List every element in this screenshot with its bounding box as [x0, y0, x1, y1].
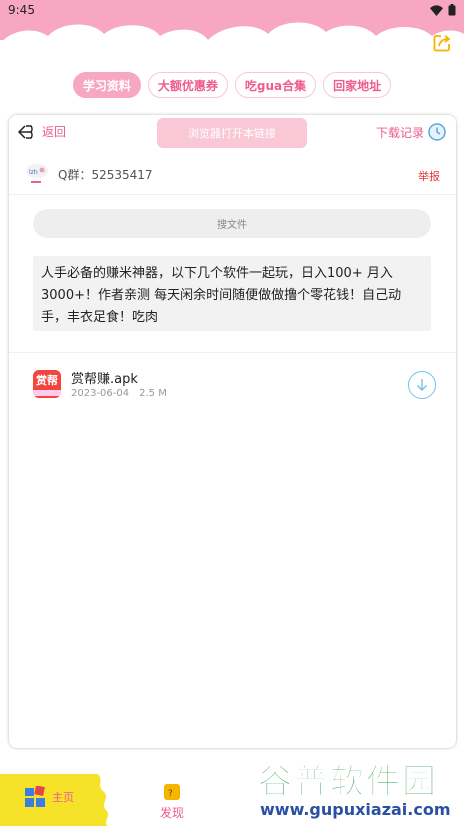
home-icon: [25, 786, 45, 807]
file-name: 赏帮赚.apk: [71, 372, 138, 387]
group-number: Q群：52535417: [58, 168, 153, 182]
category-tabs: 学习资料 大额优惠券 吃gua合集 回家地址: [0, 72, 464, 98]
file-date: 2023-06-04: [71, 388, 130, 399]
app-icon: 赏帮: [33, 370, 61, 398]
open-in-browser-button[interactable]: 浏览器打开本链接: [157, 118, 307, 148]
nav-discover-label: 发现: [159, 806, 184, 820]
app-icon-text: 赏帮: [36, 374, 58, 387]
report-button[interactable]: 举报: [418, 168, 440, 184]
search-input[interactable]: 搜文件: [33, 209, 431, 238]
back-button[interactable]: 返回: [17, 123, 66, 140]
discover-icon: ?: [164, 784, 180, 800]
file-size: 2.5 M: [139, 388, 167, 399]
back-arrow-icon: [17, 124, 33, 139]
svg-text:?: ?: [168, 789, 173, 799]
divider: [9, 352, 456, 353]
back-label: 返回: [42, 125, 67, 139]
tab-coupons[interactable]: 大额优惠券: [147, 72, 228, 98]
group-info-row: lzh Q群：52535417 举报: [9, 151, 456, 195]
svg-text:lzh: lzh: [29, 169, 38, 176]
app-icon-strip: [33, 390, 61, 396]
watermark: 谷普软件园 www.gupuxiazai.com: [254, 752, 462, 824]
download-records-button[interactable]: 下载记录: [376, 123, 446, 141]
tab-study-materials[interactable]: 学习资料: [72, 72, 141, 98]
share-icon[interactable]: [432, 33, 452, 53]
status-bar: 9:45: [0, 0, 464, 20]
group-avatar: lzh: [26, 164, 48, 183]
wifi-icon: [430, 4, 443, 16]
tab-home-address[interactable]: 回家地址: [323, 72, 392, 98]
file-meta: 2023-06-04 2.5 M: [71, 388, 167, 399]
nav-home[interactable]: 主页: [24, 786, 74, 808]
file-row[interactable]: 赏帮 赏帮赚.apk 2023-06-04 2.5 M: [9, 360, 456, 410]
download-icon: [417, 379, 427, 391]
download-button[interactable]: [408, 371, 436, 399]
share-description: 人手必备的赚米神器，以下几个软件一起玩，日入100+ 月入3000+！作者亲测 …: [33, 256, 431, 331]
share-card: 返回 浏览器打开本链接 下载记录 lzh Q群：52535417 举报 搜文件 …: [9, 115, 456, 748]
nav-discover[interactable]: ? 发现: [152, 782, 192, 822]
download-records-label: 下载记录: [375, 125, 424, 140]
card-toolbar: 返回 浏览器打开本链接 下载记录: [9, 115, 456, 151]
battery-icon: [448, 4, 456, 16]
status-icons: [430, 4, 456, 16]
watermark-title: 谷普软件园: [258, 762, 438, 803]
status-time: 9:45: [8, 3, 35, 17]
watermark-url: www.gupuxiazai.com: [260, 800, 451, 819]
tab-gossip-collection[interactable]: 吃gua合集: [234, 72, 317, 98]
clock-icon: [428, 123, 446, 141]
nav-home-label: 主页: [52, 791, 74, 804]
